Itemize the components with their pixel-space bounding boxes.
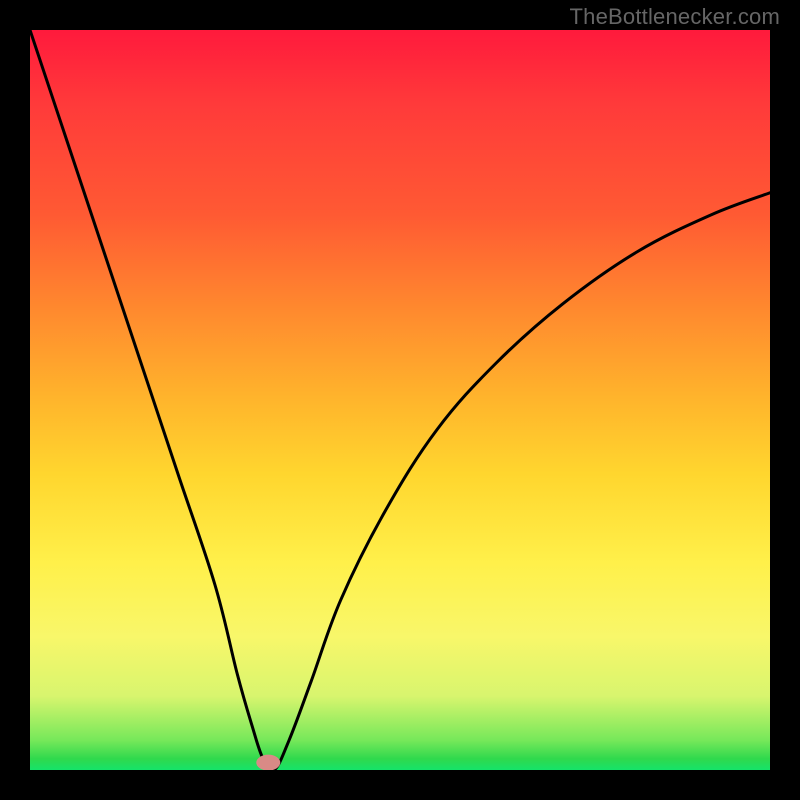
- curve-path: [30, 30, 770, 770]
- minimum-marker: [256, 755, 280, 770]
- bottleneck-curve: [30, 30, 770, 770]
- plot-area: [30, 30, 770, 770]
- chart-frame: TheBottlenecker.com: [0, 0, 800, 800]
- watermark-text: TheBottlenecker.com: [570, 4, 780, 30]
